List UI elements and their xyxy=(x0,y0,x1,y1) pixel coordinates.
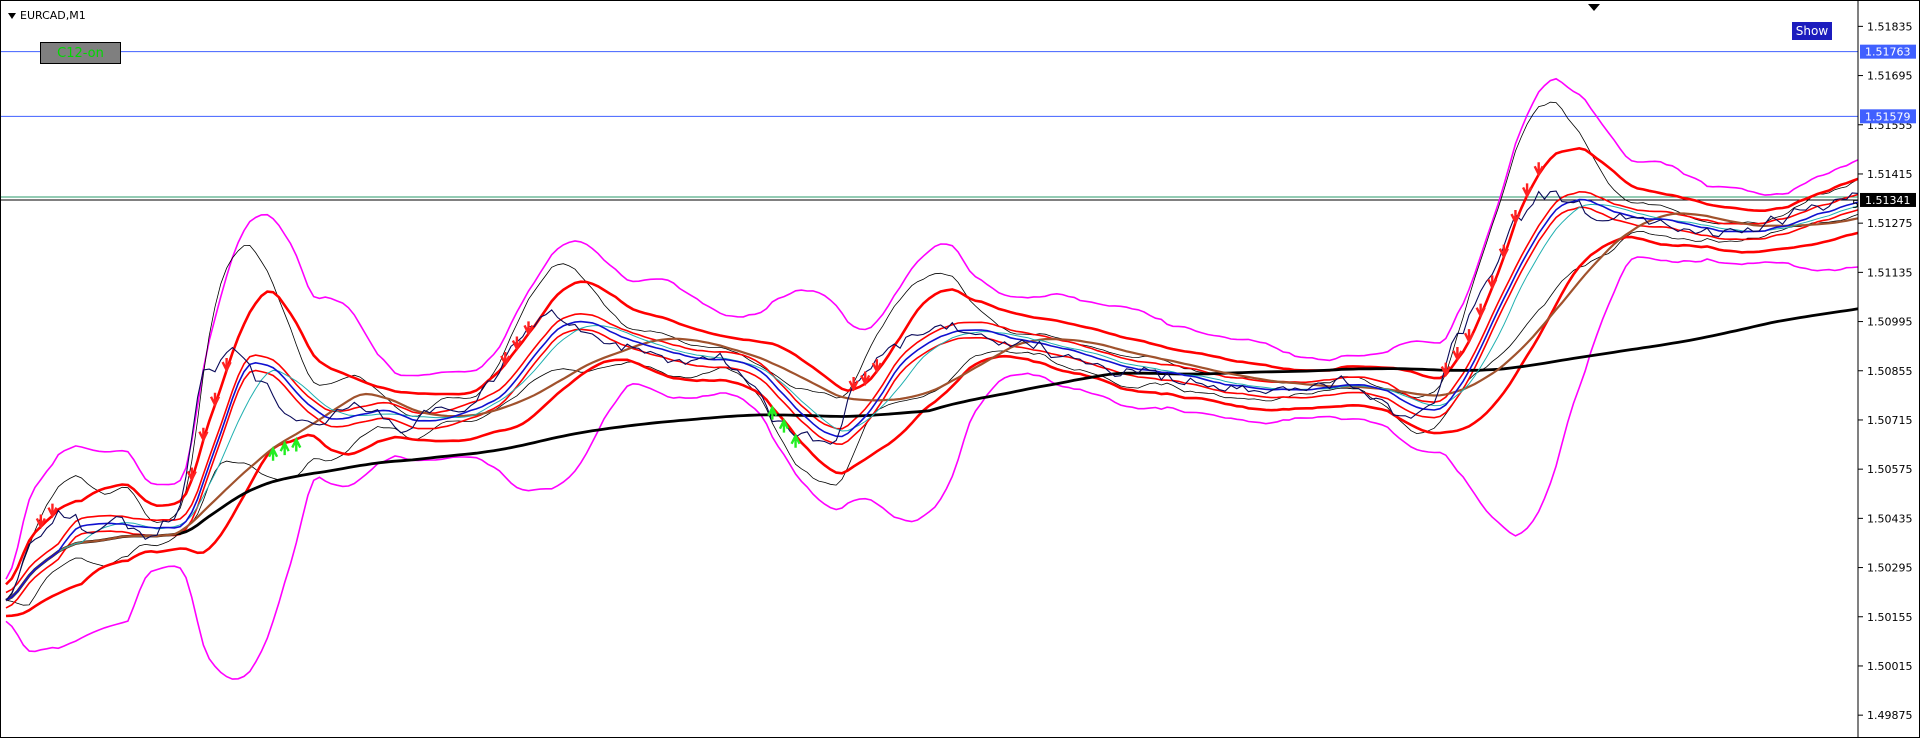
price-chart[interactable]: 50 (1.8) 1.518351.516951.515551.514151.5… xyxy=(0,0,1920,738)
sell-signal-arrow xyxy=(1510,210,1521,225)
chart-shift-marker-icon[interactable] xyxy=(1588,4,1600,11)
level-price-label-0: 1.51763 xyxy=(1865,46,1911,59)
sell-signal-arrow xyxy=(1522,183,1533,199)
bollinger-lower xyxy=(5,256,1859,680)
bollinger-bands xyxy=(5,77,1859,680)
y-tick-label: 1.50015 xyxy=(1867,660,1913,673)
y-tick-label: 1.51275 xyxy=(1867,217,1913,230)
level-price-label-1: 1.51579 xyxy=(1865,110,1911,123)
y-tick-label: 1.50435 xyxy=(1867,512,1913,525)
sell-signal-arrow xyxy=(1463,329,1475,344)
sell-signal-arrow xyxy=(1475,303,1486,319)
y-tick-label: 1.50995 xyxy=(1867,316,1913,329)
envelope-upper xyxy=(5,146,1859,586)
current-price-label: 1.51341 xyxy=(1865,194,1911,207)
y-tick-label: 1.50295 xyxy=(1867,562,1913,575)
price-line xyxy=(5,190,1859,601)
envelope-lower xyxy=(5,231,1859,618)
price-series xyxy=(5,190,1859,601)
symbol-title[interactable]: EURCAD,M1 xyxy=(8,9,86,22)
ma-mid xyxy=(5,212,1859,602)
show-button[interactable]: Show xyxy=(1792,22,1832,40)
chart-guides xyxy=(0,51,1858,201)
moving-averages xyxy=(5,198,1859,602)
y-tick-label: 1.50155 xyxy=(1867,611,1913,624)
y-tick-label: 1.50855 xyxy=(1867,365,1913,378)
price-axis: 1.518351.516951.515551.514151.512751.511… xyxy=(1857,0,1920,738)
c12-toggle-button[interactable]: C12-on xyxy=(40,42,121,64)
envelope-bands xyxy=(5,146,1859,618)
symbol-label: EURCAD,M1 xyxy=(20,9,86,22)
y-tick-label: 1.51835 xyxy=(1867,20,1913,33)
dropdown-triangle-icon[interactable] xyxy=(8,12,16,19)
ma-fast xyxy=(5,198,1859,601)
y-tick-label: 1.50575 xyxy=(1867,463,1913,476)
inner-band-upper xyxy=(5,101,1859,601)
y-tick-label: 1.51135 xyxy=(1867,266,1913,279)
y-tick-label: 1.49875 xyxy=(1867,709,1913,722)
y-tick-label: 1.51695 xyxy=(1867,70,1913,83)
y-tick-label: 1.51415 xyxy=(1867,168,1913,181)
y-tick-label: 1.50715 xyxy=(1867,414,1913,427)
